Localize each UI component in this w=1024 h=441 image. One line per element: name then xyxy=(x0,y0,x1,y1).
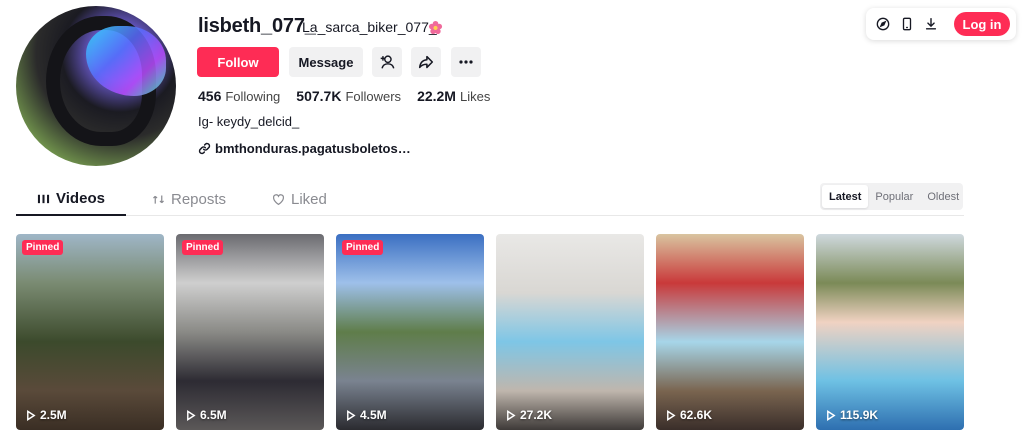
video-card[interactable]: Pinned 2.5M xyxy=(16,234,164,430)
view-count: 62.6K xyxy=(666,408,712,422)
message-button[interactable]: Message xyxy=(289,47,363,77)
grid-icon xyxy=(37,194,50,203)
bio-text: Ig- keydy_delcid_ xyxy=(198,114,300,129)
flower-icon xyxy=(428,20,443,35)
share-icon xyxy=(418,55,434,69)
login-button[interactable]: Log in xyxy=(954,12,1010,36)
tab-reposts[interactable]: Reposts xyxy=(152,182,232,216)
bio-link-text: bmthonduras.pagatusboletos… xyxy=(215,141,411,156)
followers-count: 507.7K xyxy=(296,88,342,104)
avatar[interactable] xyxy=(16,6,176,166)
play-icon xyxy=(667,409,676,421)
following-count: 456 xyxy=(198,88,222,104)
video-card[interactable]: 115.9K xyxy=(816,234,964,430)
view-count: 6.5M xyxy=(186,408,227,422)
heart-icon xyxy=(273,193,284,205)
view-count: 115.9K xyxy=(826,408,878,422)
following-label: Following xyxy=(225,89,281,104)
tab-reposts-label: Reposts xyxy=(171,190,227,208)
video-grid: Pinned 2.5M Pinned 6.5M Pinned 4.5M 27.2… xyxy=(16,234,964,430)
pinned-badge: Pinned xyxy=(22,240,64,255)
add-friend-button[interactable] xyxy=(372,47,402,77)
download-icon[interactable] xyxy=(920,13,942,35)
header-actions: Log in xyxy=(866,8,1016,40)
more-icon xyxy=(459,60,473,64)
follow-button[interactable]: Follow xyxy=(197,47,279,77)
play-icon xyxy=(827,409,836,421)
tab-liked[interactable]: Liked xyxy=(272,182,342,216)
link-icon xyxy=(198,142,211,155)
followers-stat[interactable]: 507.7K Followers xyxy=(296,88,401,104)
tab-liked-label: Liked xyxy=(291,190,327,208)
view-count-text: 115.9K xyxy=(840,408,879,422)
compass-icon[interactable] xyxy=(872,13,894,35)
share-button[interactable] xyxy=(411,47,441,77)
video-card[interactable]: 62.6K xyxy=(656,234,804,430)
sort-toggle: Latest Popular Oldest xyxy=(820,183,963,210)
view-count-text: 62.6K xyxy=(680,408,713,422)
likes-count: 22.2M xyxy=(417,88,456,104)
tab-videos-label: Videos xyxy=(56,189,105,207)
view-count-text: 6.5M xyxy=(200,408,227,422)
likes-stat: 22.2M Likes xyxy=(417,88,490,104)
view-count-text: 4.5M xyxy=(360,408,387,422)
following-stat[interactable]: 456 Following xyxy=(198,88,280,104)
view-count-text: 2.5M xyxy=(40,408,67,422)
play-icon xyxy=(27,409,36,421)
repost-icon xyxy=(153,194,164,204)
view-count-text: 27.2K xyxy=(520,408,553,422)
mobile-icon[interactable] xyxy=(896,13,918,35)
followers-label: Followers xyxy=(345,89,402,104)
tab-videos[interactable]: Videos xyxy=(16,182,126,216)
video-card[interactable]: Pinned 6.5M xyxy=(176,234,324,430)
username: lisbeth_077_ xyxy=(198,15,316,37)
video-card[interactable]: Pinned 4.5M xyxy=(336,234,484,430)
pinned-badge: Pinned xyxy=(342,240,384,255)
play-icon xyxy=(187,409,196,421)
sort-latest[interactable]: Latest xyxy=(822,185,869,208)
sort-oldest[interactable]: Oldest xyxy=(920,185,966,208)
bio-link[interactable]: bmthonduras.pagatusboletos… xyxy=(198,141,411,156)
pinned-badge: Pinned xyxy=(182,240,224,255)
view-count: 2.5M xyxy=(26,408,67,422)
likes-label: Likes xyxy=(459,89,491,104)
video-card[interactable]: 27.2K xyxy=(496,234,644,430)
more-button[interactable] xyxy=(451,47,481,77)
profile-stats: 456 Following 507.7K Followers 22.2M Likes xyxy=(198,88,490,104)
nickname: La_sarca_biker_077_ xyxy=(302,19,437,35)
play-icon xyxy=(347,409,356,421)
view-count: 27.2K xyxy=(506,408,552,422)
view-count: 4.5M xyxy=(346,408,387,422)
play-icon xyxy=(507,409,516,421)
sort-popular[interactable]: Popular xyxy=(868,185,920,208)
add-friend-icon xyxy=(380,55,395,69)
